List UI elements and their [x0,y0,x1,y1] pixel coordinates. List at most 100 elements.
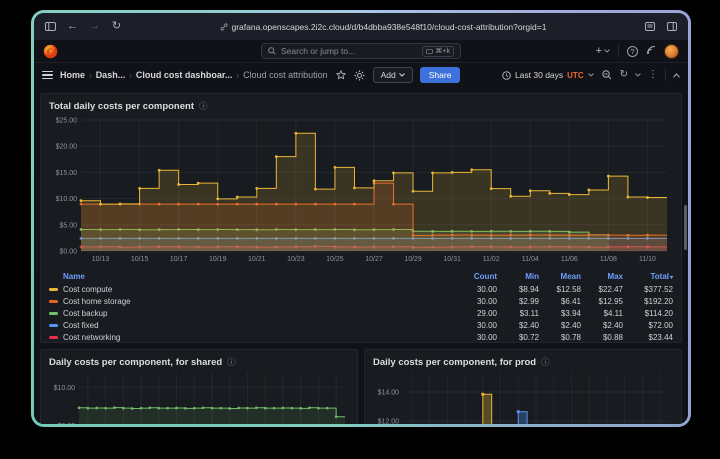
legend-col-header[interactable]: Min [497,272,539,281]
address-bar[interactable]: grafana.openscapes.2i2c.cloud/d/b4dbba93… [132,22,634,32]
legend-value: $2.99 [497,297,539,306]
legend-header: NameCountMinMeanMaxTotal▾ [49,270,673,283]
legend-value: $377.52 [623,285,673,294]
user-avatar[interactable] [664,44,679,59]
panel-title: Daily costs per component, for shared [49,357,222,368]
svg-text:11/10: 11/10 [639,256,656,263]
browser-window: ← → ↻ grafana.openscapes.2i2c.cloud/d/b4… [34,13,688,424]
divider [618,45,619,57]
svg-text:10/27: 10/27 [365,256,383,263]
news-icon[interactable] [646,42,656,60]
panel-header[interactable]: Daily costs per component, for prod ⓘ [373,354,673,370]
share-button[interactable]: Share [420,67,461,83]
collapse-chevron-up-icon[interactable] [673,73,680,78]
breadcrumb-folder[interactable]: Cloud cost dashboar... [136,70,233,80]
svg-text:10/19: 10/19 [209,256,227,263]
legend-row: Cost networking30.00$0.72$0.78$0.88$23.4… [49,331,673,343]
legend-col-header[interactable]: Max [581,272,623,281]
legend-col-header[interactable]: Total▾ [623,272,673,281]
search-placeholder: Search or jump to... [281,46,417,56]
refresh-interval-chevron-icon[interactable] [635,73,641,77]
info-icon[interactable]: ⓘ [199,100,208,112]
menu-icon[interactable] [42,71,53,80]
time-series-chart[interactable]: 10/1310/1510/1710/1910/2110/2310/2510/27… [49,114,673,264]
panel-row: Daily costs per component, for shared ⓘ … [40,349,682,424]
tabs-icon[interactable] [665,20,678,33]
series-name[interactable]: Cost networking [63,333,120,342]
sidebar-icon[interactable] [44,20,57,33]
zoom-out-icon[interactable] [601,69,613,81]
time-range-picker[interactable]: Last 30 days UTC [502,70,594,80]
series-name[interactable]: Cost backup [63,309,107,318]
svg-text:10/31: 10/31 [443,256,461,263]
series-color-swatch [49,324,58,327]
star-icon[interactable] [335,69,347,81]
legend-value: $8.94 [497,285,539,294]
svg-text:$5.00: $5.00 [59,222,77,229]
svg-text:$25.00: $25.00 [56,118,78,125]
legend-value: $12.58 [539,285,581,294]
panel-shared-costs: Daily costs per component, for shared ⓘ … [40,349,358,424]
series-name[interactable]: Cost home storage [63,297,131,306]
time-series-chart[interactable]: $10.00$8.00 [49,370,349,424]
svg-text:11/04: 11/04 [522,256,539,263]
add-button[interactable]: Add [373,67,413,83]
dashboard-scrollbar[interactable] [684,205,687,250]
kebab-menu-icon[interactable]: ⋮ [648,70,658,80]
breadcrumb-home[interactable]: Home [60,70,85,80]
legend-col-header[interactable]: Count [455,272,497,281]
info-icon[interactable]: ⓘ [227,356,236,368]
search-input[interactable]: Search or jump to... ⌘+k [261,43,461,59]
legend-value: 30.00 [455,297,497,306]
window-gradient-border: ← → ↻ grafana.openscapes.2i2c.cloud/d/b4… [31,10,691,427]
svg-text:$8.00: $8.00 [57,423,75,424]
link-icon [220,23,228,31]
forward-icon[interactable]: → [88,20,101,33]
svg-text:10/17: 10/17 [170,256,188,263]
legend-value: $72.00 [623,321,673,330]
new-menu-button[interactable]: + [596,45,610,57]
svg-text:$10.00: $10.00 [56,196,78,203]
legend-value: $6.41 [539,297,581,306]
grafana-logo-icon[interactable] [43,44,58,59]
refresh-icon[interactable]: ↻ [620,70,628,80]
reload-icon[interactable]: ↻ [110,20,123,33]
svg-text:10/23: 10/23 [287,256,305,263]
series-name[interactable]: Cost compute [63,285,112,294]
info-icon[interactable]: ⓘ [541,356,550,368]
legend-value: $4.11 [581,309,623,318]
breadcrumb-dashboards[interactable]: Dash... [96,70,126,80]
svg-text:11/06: 11/06 [561,256,578,263]
legend-value: 30.00 [455,321,497,330]
search-shortcut-badge: ⌘+k [422,46,454,57]
legend-value: $12.95 [581,297,623,306]
legend-value: 29.00 [455,309,497,318]
settings-gear-icon[interactable] [354,69,366,81]
legend-col-header[interactable]: Name [49,272,455,281]
legend-col-header[interactable]: Mean [539,272,581,281]
time-series-chart[interactable]: $14.00 $12.00 [373,370,673,424]
legend-value: 30.00 [455,333,497,342]
clock-icon [502,71,511,80]
search-icon [268,47,276,55]
panel-header[interactable]: Daily costs per component, for shared ⓘ [49,354,349,370]
panel-header[interactable]: Total daily costs per component ⓘ [49,98,673,114]
svg-text:$14.00: $14.00 [378,390,400,397]
panel-total-daily-costs: Total daily costs per component ⓘ 10/131… [40,93,682,343]
divider [665,69,666,81]
chevron-down-icon [588,73,594,77]
help-icon[interactable]: ? [627,46,638,57]
svg-text:$12.00: $12.00 [378,419,400,424]
legend-value: 30.00 [455,285,497,294]
svg-text:$15.00: $15.00 [56,170,78,177]
panel-title: Total daily costs per component [49,101,194,112]
back-icon[interactable]: ← [66,20,79,33]
reader-icon[interactable] [643,20,656,33]
series-name[interactable]: Cost fixed [63,321,99,330]
svg-text:11/02: 11/02 [483,256,500,263]
svg-text:11/08: 11/08 [600,256,617,263]
url-text: grafana.openscapes.2i2c.cloud/d/b4dbba93… [232,22,547,32]
legend-value: $2.40 [497,321,539,330]
legend-value: $0.72 [497,333,539,342]
panel-title: Daily costs per component, for prod [373,357,536,368]
